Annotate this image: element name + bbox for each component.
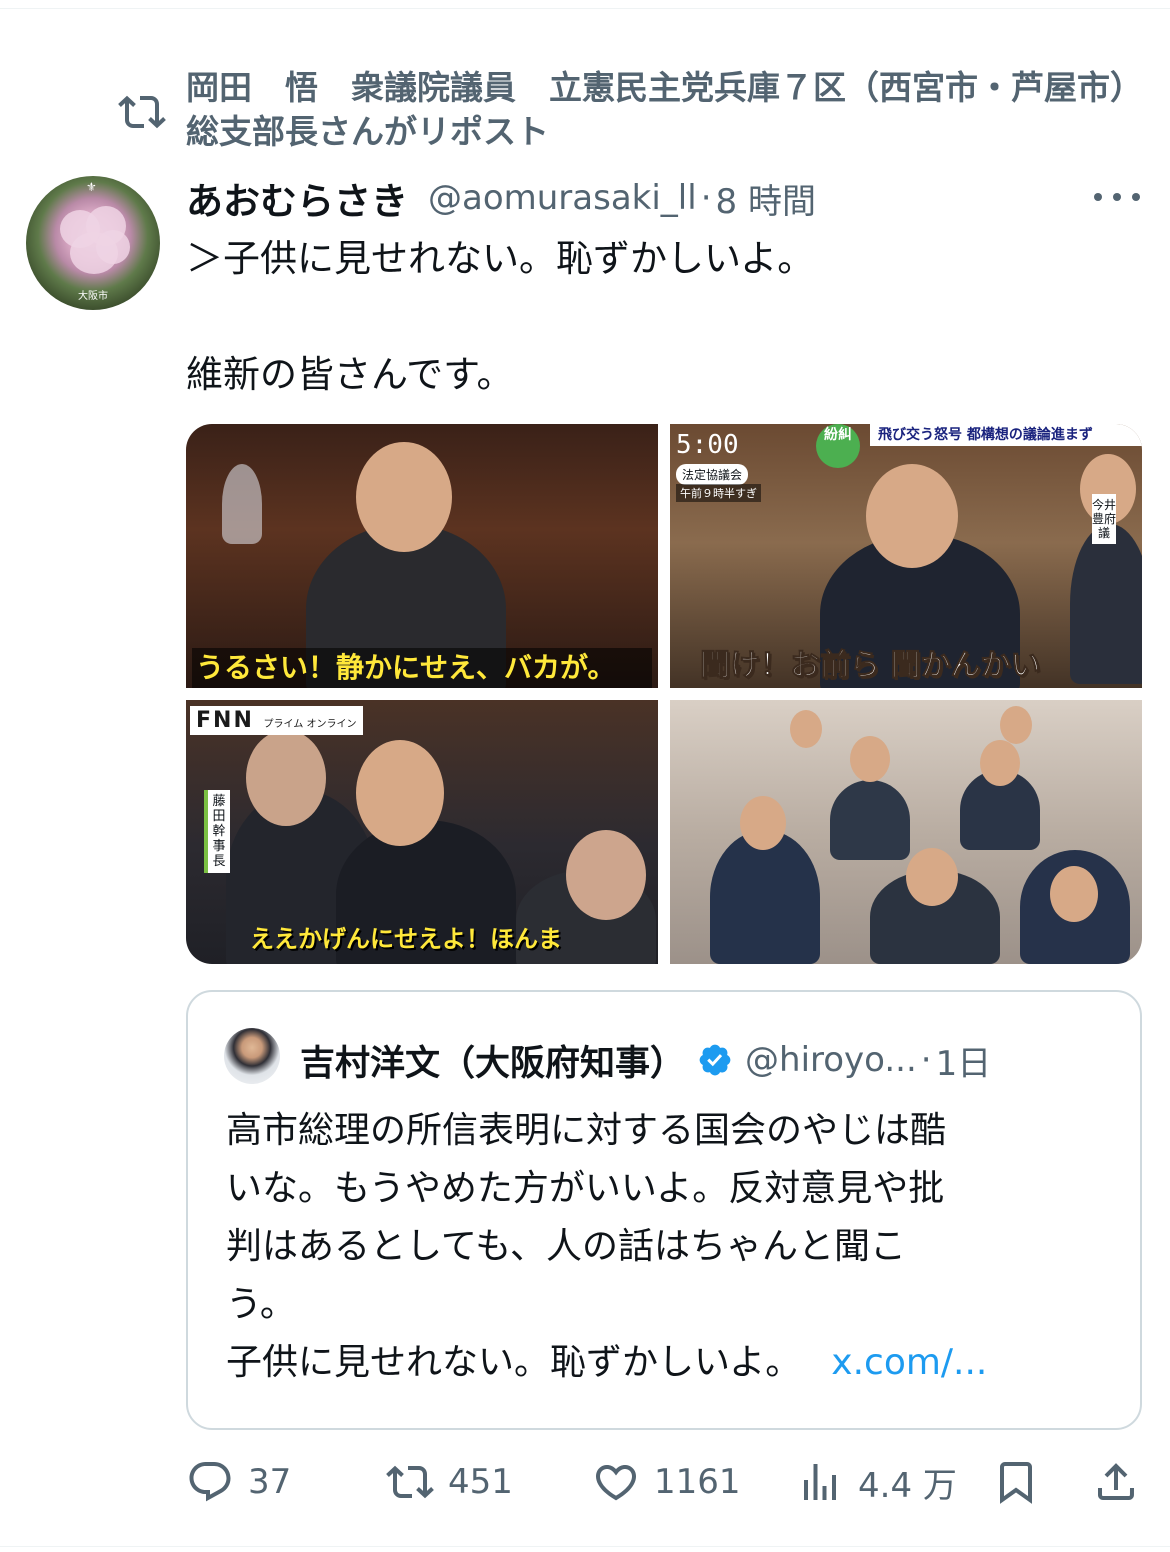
action-bar: 37 451 1161 4.4 万 bbox=[186, 1452, 1142, 1512]
views-chart-icon bbox=[804, 1464, 836, 1500]
avatar-crest-icon: ⚜ bbox=[86, 180, 97, 194]
reply-icon bbox=[189, 1462, 231, 1502]
image-face bbox=[866, 464, 958, 568]
image-face bbox=[1050, 866, 1098, 922]
quoted-author-handle[interactable]: @hiroyo... bbox=[745, 1040, 917, 1080]
media-grid: うるさい！静かにせえ、バカが。 5:00 法定協議会 午前９時半すぎ 紛糾 飛び… bbox=[186, 424, 1142, 964]
author-avatar[interactable]: ⚜ 大阪市 bbox=[26, 176, 160, 310]
image-face bbox=[850, 736, 890, 782]
news-banner: 飛び交う怒号 都構想の議論進まず bbox=[870, 424, 1142, 446]
quoted-post-header: 吉村洋文（大阪府知事） @hiroyo... · 1日 bbox=[300, 1036, 1130, 1084]
quoted-post[interactable]: 吉村洋文（大阪府知事） @hiroyo... · 1日 高市総理の所信表明に対す… bbox=[186, 990, 1142, 1430]
quoted-post-body: 高市総理の所信表明に対する国会のやじは酷 いな。もうやめた方がいいよ。反対意見や… bbox=[226, 1102, 1106, 1392]
reply-count: 37 bbox=[248, 1462, 292, 1502]
media-image-4[interactable] bbox=[670, 700, 1142, 964]
dispute-seal: 紛糾 bbox=[816, 424, 860, 468]
bookmark-button[interactable] bbox=[992, 1452, 1040, 1512]
like-button[interactable]: 1161 bbox=[592, 1452, 741, 1512]
post-body-line bbox=[186, 288, 1136, 346]
fnn-logo-sub: プライム オンライン bbox=[263, 719, 357, 730]
separator-dot: · bbox=[920, 1040, 932, 1080]
speaker-label: 今井豊府議 bbox=[1092, 494, 1116, 544]
post-time[interactable]: 8 時間 bbox=[716, 174, 816, 223]
fnn-logo-text: FNN bbox=[196, 708, 254, 733]
post-header: あおむらさき @aomurasaki_ll · 8 時間 bbox=[186, 172, 1116, 224]
post-body: ＞子供に見せれない。恥ずかしいよ。 維新の皆さんです。 bbox=[186, 230, 1136, 404]
post-body-line: 維新の皆さんです。 bbox=[186, 353, 514, 396]
image-glass bbox=[222, 464, 262, 544]
image-face bbox=[356, 740, 444, 846]
image-caption: 聞け！お前ら 聞かんかい bbox=[699, 648, 1041, 684]
media-image-2[interactable]: 5:00 法定協議会 午前９時半すぎ 紛糾 飛び交う怒号 都構想の議論進まず 今… bbox=[670, 424, 1142, 688]
media-image-3[interactable]: FNN プライム オンライン 藤田幹事長 ええかげんにせえよ！ほんま bbox=[186, 700, 658, 964]
image-face bbox=[566, 830, 646, 920]
heart-icon bbox=[595, 1465, 637, 1501]
bottom-divider bbox=[0, 1546, 1170, 1547]
views-button[interactable]: 4.4 万 bbox=[796, 1452, 957, 1512]
top-divider bbox=[0, 8, 1170, 9]
post-body-line: ＞子供に見せれない。恥ずかしいよ。 bbox=[186, 237, 815, 280]
quoted-post-time[interactable]: 1日 bbox=[936, 1036, 992, 1085]
avatar-flower-petal bbox=[96, 230, 130, 264]
more-options-icon[interactable] bbox=[1094, 182, 1140, 212]
repost-context-text: 岡田 悟 衆議院議員 立憲民主党兵庫７区（西宮市・芦屋市）総支部長さんがリポスト bbox=[186, 68, 1143, 151]
quoted-link[interactable]: x.com/... bbox=[831, 1342, 987, 1383]
speaker-label: 藤田幹事長 bbox=[204, 790, 230, 873]
image-face bbox=[980, 740, 1020, 786]
image-caption: うるさい！静かにせえ、バカが。 bbox=[192, 648, 652, 688]
fnn-logo: FNN プライム オンライン bbox=[190, 706, 363, 735]
author-name[interactable]: あおむらさき bbox=[186, 171, 408, 225]
quoted-body-text: 子供に見せれない。恥ずかしいよ。 bbox=[226, 1342, 802, 1383]
reply-button[interactable]: 37 bbox=[186, 1452, 291, 1512]
quoted-body-line: 高市総理の所信表明に対する国会のやじは酷 bbox=[226, 1110, 947, 1151]
image-face bbox=[740, 796, 786, 850]
repost-context[interactable]: 岡田 悟 衆議院議員 立憲民主党兵庫７区（西宮市・芦屋市）総支部長さんがリポスト bbox=[118, 66, 1148, 154]
image-face bbox=[790, 710, 822, 748]
image-figure bbox=[1070, 524, 1142, 684]
share-button[interactable] bbox=[1092, 1452, 1140, 1512]
bookmark-icon bbox=[1000, 1462, 1032, 1504]
view-count: 4.4 万 bbox=[858, 1465, 957, 1506]
like-count: 1161 bbox=[654, 1462, 741, 1502]
image-figure bbox=[830, 780, 910, 860]
quoted-body-line: う。 bbox=[226, 1284, 296, 1325]
quoted-body-last-line: 子供に見せれない。恥ずかしいよ。 x.com/... bbox=[226, 1334, 1106, 1392]
image-face bbox=[356, 442, 452, 552]
image-caption: ええかげんにせえよ！ほんま bbox=[250, 925, 562, 953]
author-handle[interactable]: @aomurasaki_ll bbox=[428, 178, 697, 218]
separator-dot: · bbox=[700, 178, 712, 218]
media-image-1[interactable]: うるさい！静かにせえ、バカが。 bbox=[186, 424, 658, 688]
quoted-author-name[interactable]: 吉村洋文（大阪府知事） bbox=[300, 1035, 685, 1086]
image-face bbox=[906, 848, 958, 906]
meeting-tag: 法定協議会 bbox=[676, 464, 749, 485]
quoted-body-line: 判はあるとしても、人の話はちゃんと聞こ bbox=[226, 1226, 907, 1267]
quoted-body-line: いな。もうやめた方がいいよ。反対意見や批 bbox=[226, 1168, 945, 1209]
repost-count: 451 bbox=[448, 1462, 513, 1502]
image-figure bbox=[710, 830, 820, 964]
time-tag: 午前９時半すぎ bbox=[676, 484, 761, 502]
repost-icon bbox=[118, 95, 166, 129]
quoted-author-avatar[interactable] bbox=[224, 1028, 280, 1084]
repost-icon bbox=[386, 1465, 434, 1499]
video-clock: 5:00 bbox=[676, 430, 739, 460]
avatar-caption: 大阪市 bbox=[78, 291, 108, 302]
image-face bbox=[246, 730, 326, 826]
share-icon bbox=[1098, 1463, 1134, 1500]
image-face bbox=[1000, 706, 1032, 744]
verified-badge-icon bbox=[699, 1044, 731, 1076]
repost-button[interactable]: 451 bbox=[386, 1452, 513, 1512]
